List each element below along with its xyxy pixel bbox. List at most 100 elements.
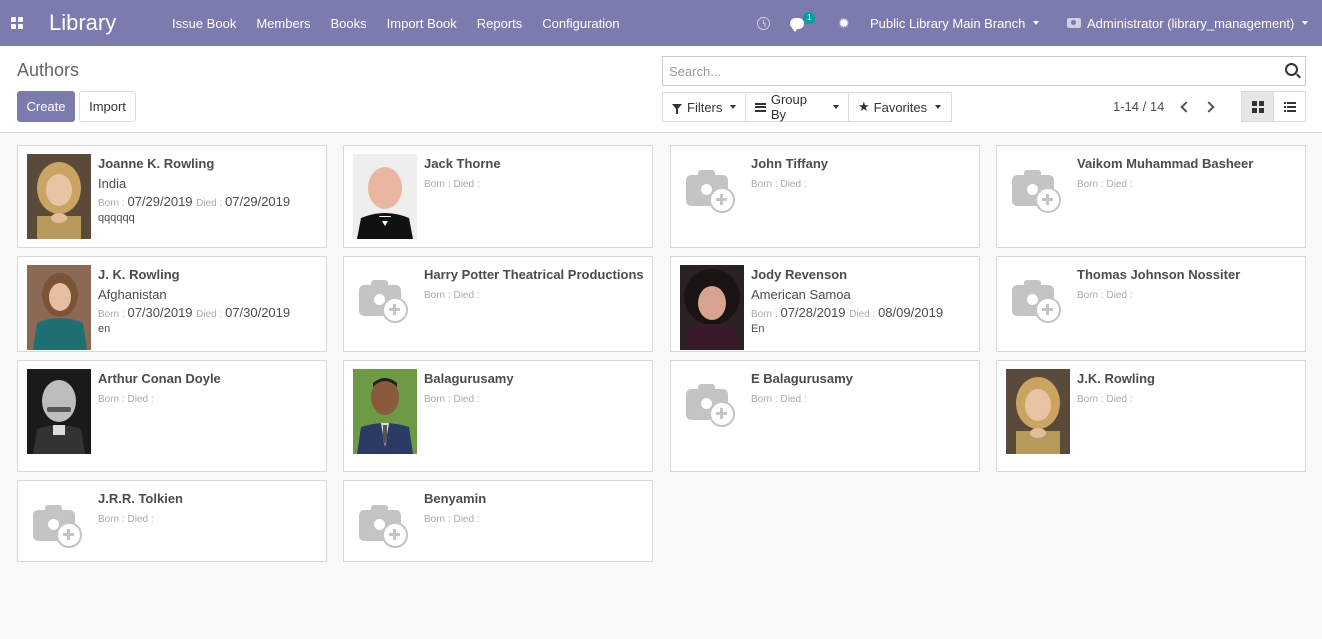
author-dates: Born : Died :: [751, 390, 975, 405]
born-label: Born :: [751, 394, 781, 405]
born-label: Born :: [424, 290, 454, 301]
author-dates: Born : Died :: [424, 175, 648, 190]
author-card[interactable]: J. K. Rowling Afghanistan Born : 07/30/201…: [17, 256, 327, 352]
author-info: Harry Potter Theatrical Productions Born …: [424, 267, 648, 301]
author-info: Joanne K. Rowling India Born : 07/29/2019 …: [98, 156, 322, 224]
died-label: Died :: [453, 290, 480, 301]
camera-placeholder-icon: [686, 379, 740, 427]
filter-icon: [672, 104, 682, 114]
author-name: J.R.R. Tolkien: [98, 491, 183, 506]
search-icon[interactable]: [1285, 63, 1298, 76]
author-card[interactable]: J.R.R. Tolkien Born : Died :: [17, 480, 327, 562]
born-label: Born :: [1077, 394, 1107, 405]
born-value: 07/28/2019: [780, 305, 850, 320]
menu-books[interactable]: Books: [321, 16, 377, 31]
camera-placeholder-icon: [1012, 275, 1066, 323]
menu-reports[interactable]: Reports: [467, 16, 533, 31]
born-label: Born :: [424, 514, 454, 525]
camera-placeholder-icon: [359, 275, 413, 323]
author-info: Benyamin Born : Died :: [424, 491, 648, 525]
author-info: J. K. Rowling Afghanistan Born : 07/30/201…: [98, 267, 322, 335]
menu-members[interactable]: Members: [246, 16, 320, 31]
menu-issue-book[interactable]: Issue Book: [162, 16, 246, 31]
search-input[interactable]: [663, 57, 1263, 85]
born-label: Born :: [98, 514, 128, 525]
born-label: Born :: [751, 179, 781, 190]
died-label: Died :: [780, 179, 807, 190]
apps-menu-icon[interactable]: [11, 17, 23, 29]
author-card[interactable]: E Balagurusamy Born : Died :: [670, 360, 980, 472]
author-card[interactable]: John Tiffany Born : Died :: [670, 145, 980, 248]
pager-next-icon[interactable]: [1204, 99, 1218, 115]
died-label: Died :: [780, 394, 807, 405]
kanban-view-button[interactable]: [1241, 91, 1274, 122]
died-label: Died :: [1106, 179, 1133, 190]
author-dates: Born : Died :: [751, 175, 975, 190]
pager-previous-icon[interactable]: [1178, 99, 1192, 115]
group-by-button[interactable]: Group By: [745, 92, 849, 122]
died-label: Died :: [196, 309, 226, 320]
author-photo: [353, 369, 417, 454]
died-value: 07/30/2019: [225, 305, 291, 320]
author-name: Benyamin: [424, 491, 487, 506]
author-name: E Balagurusamy: [751, 371, 853, 386]
born-label: Born :: [1077, 290, 1107, 301]
born-value: 07/29/2019: [127, 194, 197, 209]
create-button[interactable]: Create: [17, 91, 75, 122]
died-label: Died :: [453, 514, 480, 525]
author-card[interactable]: Arthur Conan Doyle Born : Died :: [17, 360, 327, 472]
user-avatar-icon: [1067, 18, 1081, 28]
author-info: Jody Revenson American Samoa Born : 07/28/…: [751, 267, 975, 335]
author-card[interactable]: Vaikom Muhammad Basheer Born : Died :: [996, 145, 1306, 248]
author-dates: Born : 07/30/2019 Died : 07/30/2019: [98, 305, 322, 320]
author-name: J. K. Rowling: [98, 267, 180, 282]
import-button[interactable]: Import: [79, 91, 136, 122]
filters-button[interactable]: Filters: [662, 92, 746, 122]
born-label: Born :: [98, 394, 128, 405]
app-brand[interactable]: Library: [49, 10, 116, 36]
author-card[interactable]: Balagurusamy Born : Died :: [343, 360, 653, 472]
author-info: Thomas Johnson Nossiter Born : Died :: [1077, 267, 1301, 301]
camera-placeholder-icon: [1012, 165, 1066, 213]
author-name: Harry Potter Theatrical Productions: [424, 267, 644, 282]
menu-import-book[interactable]: Import Book: [377, 16, 467, 31]
died-label: Died :: [127, 394, 154, 405]
author-card[interactable]: J.K. Rowling Born : Died :: [996, 360, 1306, 472]
author-dates: Born : Died :: [1077, 390, 1301, 405]
chat-icon[interactable]: 1: [790, 0, 816, 46]
camera-placeholder-icon: [33, 500, 87, 548]
menu-configuration[interactable]: Configuration: [532, 16, 629, 31]
caret-down-icon: [1302, 21, 1309, 25]
author-photo: [27, 154, 91, 239]
author-dates: Born : 07/28/2019 Died : 08/09/2019: [751, 305, 975, 320]
author-card[interactable]: Jody Revenson American Samoa Born : 07/28/…: [670, 256, 980, 352]
author-dates: Born : Died :: [424, 510, 648, 525]
search-bar: [662, 56, 1306, 86]
branch-switcher[interactable]: Public Library Main Branch: [870, 0, 1040, 46]
list-view-button[interactable]: [1273, 91, 1306, 122]
kanban-icon: [1251, 100, 1264, 113]
born-label: Born :: [1077, 179, 1107, 190]
author-dates: Born : Died :: [98, 390, 322, 405]
died-label: Died :: [1106, 290, 1133, 301]
author-card[interactable]: Benyamin Born : Died :: [343, 480, 653, 562]
debug-bug-icon[interactable]: ✹: [838, 0, 850, 46]
author-info: Arthur Conan Doyle Born : Died :: [98, 371, 322, 405]
user-menu[interactable]: Administrator (library_management): [1067, 0, 1309, 46]
author-card[interactable]: Jack Thorne Born : Died :: [343, 145, 653, 248]
caret-down-icon: [1033, 21, 1040, 25]
died-value: 07/29/2019: [225, 194, 291, 209]
author-info: Jack Thorne Born : Died :: [424, 156, 648, 190]
control-panel: Authors Create Import Filters Group By ★…: [0, 46, 1322, 133]
born-label: Born :: [424, 394, 454, 405]
caret-down-icon: [833, 105, 839, 109]
author-dates: Born : Died :: [424, 390, 648, 405]
author-card[interactable]: Harry Potter Theatrical Productions Born …: [343, 256, 653, 352]
author-dates: Born : Died :: [1077, 175, 1301, 190]
pager-value[interactable]: 1-14 / 14: [1113, 99, 1164, 114]
activity-clock-icon[interactable]: [757, 0, 770, 46]
author-name: Vaikom Muhammad Basheer: [1077, 156, 1254, 171]
favorites-button[interactable]: ★ Favorites: [848, 92, 952, 122]
author-card[interactable]: Joanne K. Rowling India Born : 07/29/2019 …: [17, 145, 327, 248]
author-card[interactable]: Thomas Johnson Nossiter Born : Died :: [996, 256, 1306, 352]
